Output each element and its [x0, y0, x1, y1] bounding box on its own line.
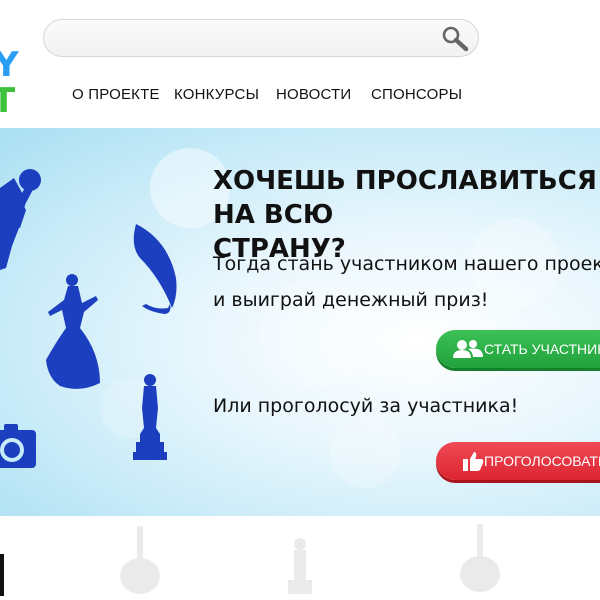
search-icon: [442, 26, 469, 52]
hero-text: Тогда стань участником нашего проекта и …: [213, 253, 600, 311]
nav-sponsors[interactable]: СПОНСОРЫ: [371, 86, 462, 103]
search-input[interactable]: [60, 26, 434, 52]
vote-prompt: Или проголосуй за участника!: [213, 395, 519, 417]
logo-line-2: T: [0, 81, 16, 118]
microphone-icon: [0, 169, 41, 270]
thumbs-up-icon: [462, 450, 484, 472]
camera-icon: [0, 424, 36, 468]
join-button[interactable]: СТАТЬ УЧАСТНИКОМ: [436, 330, 600, 368]
logo-line-1: Y: [0, 48, 19, 85]
site-header: Y T О ПРОЕКТЕ КОНКУРСЫ НОВОСТИ СПОНСОРЫ: [0, 0, 600, 128]
guitar-icon: [120, 526, 160, 594]
quill-icon: [133, 224, 177, 314]
section-heading-fragment: [0, 554, 4, 596]
trophy-icon: [133, 374, 167, 460]
hero-banner: ХОЧЕШЬ ПРОСЛАВИТЬСЯ НА ВСЮ СТРАНУ? Тогда…: [0, 128, 600, 516]
vote-button[interactable]: ПРОГОЛОСОВАТЬ: [436, 442, 600, 480]
logo[interactable]: Y T: [0, 48, 20, 118]
search-button[interactable]: [440, 24, 470, 52]
dancer-icon: [46, 274, 100, 389]
users-icon: [452, 339, 484, 359]
search-box: [43, 19, 479, 57]
next-section: [0, 516, 600, 600]
join-button-label: СТАТЬ УЧАСТНИКОМ: [484, 341, 600, 357]
nav-news[interactable]: НОВОСТИ: [276, 86, 351, 103]
hero-illustration: [0, 169, 177, 468]
trophy-icon: [288, 538, 312, 594]
nav-contests[interactable]: КОНКУРСЫ: [174, 86, 259, 103]
nav-about[interactable]: О ПРОЕКТЕ: [72, 86, 160, 103]
guitar-icon: [460, 524, 500, 592]
bokeh-light: [330, 418, 400, 488]
vote-button-label: ПРОГОЛОСОВАТЬ: [484, 453, 600, 469]
